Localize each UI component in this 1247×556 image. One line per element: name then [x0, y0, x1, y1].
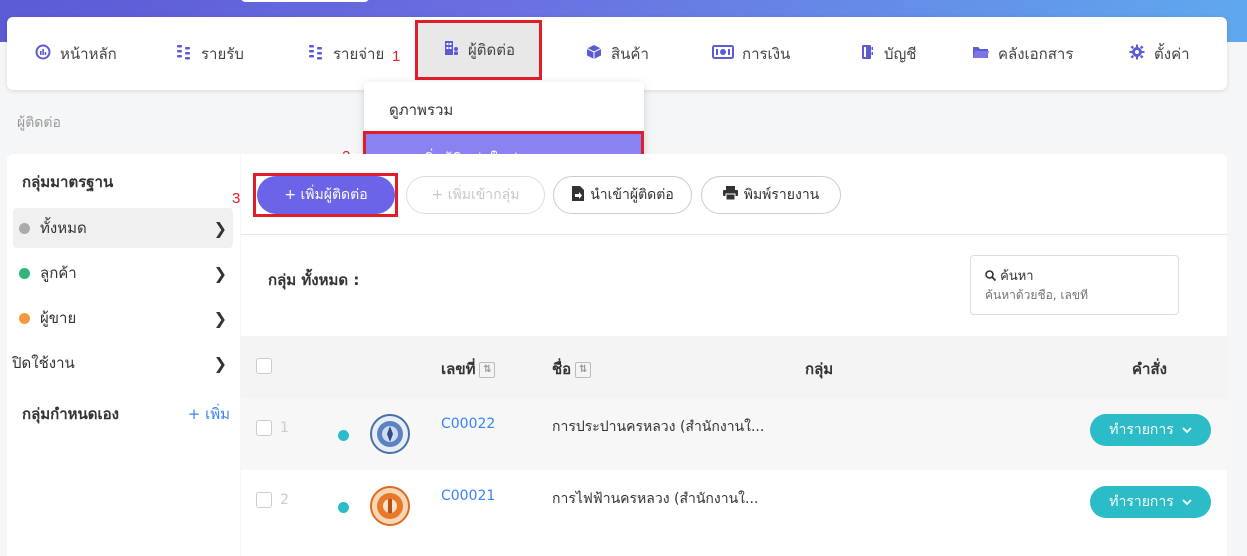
contacts-building-icon — [442, 40, 460, 60]
header-search-pill[interactable] — [240, 0, 370, 2]
button-label: นำเข้าผู้ติดต่อ — [590, 187, 674, 203]
nav-item-accounting[interactable]: บัญชี — [858, 17, 916, 90]
nav-label: ผู้ติดต่อ — [468, 41, 516, 59]
nav-label: ตั้งค่า — [1154, 44, 1190, 63]
nav-item-documents[interactable]: คลังเอกสาร — [972, 17, 1073, 90]
sidebar-item-label: ผู้ขาย — [40, 309, 77, 327]
nav-label: หน้าหลัก — [60, 44, 117, 63]
contacts-main-panel: + เพิ่มผู้ติดต่อ + เพิ่มเข้ากลุ่ม นำเข้า… — [241, 154, 1227, 556]
chevron-down-icon — [1182, 494, 1192, 510]
printer-icon — [722, 186, 738, 204]
standard-group-title: กลุ่มมาตรฐาน — [22, 173, 114, 191]
nav-label: รายรับ — [201, 44, 244, 63]
button-label: ทำรายการ — [1109, 494, 1174, 510]
divider — [241, 234, 1227, 235]
row-index: 1 — [280, 420, 289, 436]
dropdown-item-overview[interactable]: ดูภาพรวม — [389, 98, 453, 122]
print-report-button[interactable]: พิมพ์รายงาน — [701, 176, 841, 214]
row-action-button[interactable]: ทำรายการ — [1090, 414, 1211, 446]
add-custom-group-button[interactable]: + เพิ่ม — [188, 402, 230, 426]
annotation-step-1: 1 — [392, 48, 401, 65]
sidebar-item-label: ลูกค้า — [40, 264, 77, 282]
custom-group-title: กลุ่มกำหนดเอง — [22, 405, 120, 423]
chevron-right-icon: ❯ — [213, 218, 227, 238]
table-row[interactable]: 2 C00021 การไฟฟ้านครหลวง (สำนักงานใ... ท… — [241, 470, 1227, 542]
nav-label: การเงิน — [742, 44, 791, 63]
contact-name: การไฟฟ้านครหลวง (สำนักงานใ... — [552, 491, 759, 507]
column-group: กลุ่ม — [805, 360, 834, 378]
search-icon — [985, 269, 1000, 284]
sort-icon[interactable]: ⇅ — [575, 361, 592, 378]
search-input[interactable] — [985, 288, 1170, 302]
main-navbar: หน้าหลัก รายรับ รายจ่าย ผู้ติดต่อ สินค้า… — [7, 17, 1227, 90]
sidebar-item-vendors[interactable]: ผู้ขาย ❯ — [13, 298, 233, 338]
contact-name: การประปานครหลวง (สำนักงานใ... — [552, 419, 765, 435]
sidebar-item-all[interactable]: ทั้งหมด ❯ — [13, 208, 233, 248]
contact-code-link[interactable]: C00022 — [441, 416, 495, 432]
search-label: ค้นหา — [985, 265, 1034, 286]
sort-icon[interactable]: ⇅ — [479, 361, 496, 378]
nav-item-home[interactable]: หน้าหลัก — [34, 17, 117, 90]
avatar — [370, 486, 410, 526]
gear-icon — [1128, 44, 1146, 64]
expense-icon — [307, 44, 325, 64]
select-all-checkbox[interactable] — [256, 358, 272, 374]
nav-item-finance[interactable]: การเงิน — [712, 17, 790, 90]
search-label-text: ค้นหา — [1000, 269, 1034, 284]
nav-label: สินค้า — [611, 44, 649, 63]
file-import-icon — [571, 185, 585, 205]
chevron-right-icon: ❯ — [213, 353, 227, 373]
status-dot — [338, 430, 349, 441]
product-box-icon — [585, 44, 603, 64]
status-dot — [19, 267, 30, 279]
breadcrumb: ผู้ติดต่อ — [17, 115, 61, 131]
folder-icon — [972, 44, 990, 64]
add-to-group-button[interactable]: + เพิ่มเข้ากลุ่ม — [406, 176, 545, 214]
button-label: พิมพ์รายงาน — [743, 187, 820, 203]
column-number[interactable]: เลขที่ ⇅ — [441, 357, 496, 381]
nav-item-contacts[interactable]: ผู้ติดต่อ — [415, 20, 543, 80]
column-name[interactable]: ชื่อ ⇅ — [552, 357, 592, 381]
column-action: คำสั่ง — [1132, 360, 1167, 378]
column-label: ชื่อ — [552, 360, 572, 378]
table-row[interactable]: 1 C00022 การประปานครหลวง (สำนักงานใ... ท… — [241, 398, 1227, 470]
status-dot — [19, 312, 30, 324]
money-icon — [712, 44, 734, 64]
row-checkbox[interactable] — [256, 492, 272, 508]
sidebar-item-label: ปิดใช้งาน — [12, 354, 75, 372]
status-dot — [338, 502, 349, 513]
income-icon — [175, 44, 193, 64]
search-box: ค้นหา — [970, 255, 1179, 315]
chevron-down-icon — [1182, 422, 1192, 438]
sidebar-item-label: ทั้งหมด — [40, 219, 87, 237]
table-header: เลขที่ ⇅ ชื่อ ⇅ กลุ่ม คำสั่ง — [241, 336, 1227, 398]
status-dot — [19, 222, 30, 234]
sidebar-item-disabled[interactable]: ปิดใช้งาน ❯ — [7, 343, 227, 383]
nav-item-income[interactable]: รายรับ — [175, 17, 244, 90]
import-contact-button[interactable]: นำเข้าผู้ติดต่อ — [553, 176, 692, 214]
row-index: 2 — [280, 492, 289, 508]
nav-item-products[interactable]: สินค้า — [585, 17, 649, 90]
nav-item-expense[interactable]: รายจ่าย — [307, 17, 384, 90]
nav-label: บัญชี — [884, 44, 917, 63]
contact-code-link[interactable]: C00021 — [441, 488, 495, 504]
ledger-icon — [858, 44, 876, 64]
row-action-button[interactable]: ทำรายการ — [1090, 486, 1211, 518]
nav-item-settings[interactable]: ตั้งค่า — [1128, 17, 1190, 90]
chevron-right-icon: ❯ — [213, 263, 227, 283]
sidebar-item-customers[interactable]: ลูกค้า ❯ — [13, 253, 233, 293]
dashboard-icon — [34, 44, 52, 64]
column-label: เลขที่ — [441, 360, 476, 378]
row-checkbox[interactable] — [256, 420, 272, 436]
avatar — [370, 414, 410, 454]
add-contact-button[interactable]: + เพิ่มผู้ติดต่อ — [257, 176, 395, 214]
button-label: ทำรายการ — [1109, 422, 1174, 438]
annotation-step-3: 3 — [232, 190, 241, 207]
group-sidebar: กลุ่มมาตรฐาน ทั้งหมด ❯ ลูกค้า ❯ ผู้ขาย ❯… — [7, 154, 240, 556]
nav-label: คลังเอกสาร — [998, 44, 1074, 63]
current-group-label: กลุ่ม ทั้งหมด : — [268, 271, 360, 289]
nav-label: รายจ่าย — [333, 44, 385, 63]
chevron-right-icon: ❯ — [213, 308, 227, 328]
